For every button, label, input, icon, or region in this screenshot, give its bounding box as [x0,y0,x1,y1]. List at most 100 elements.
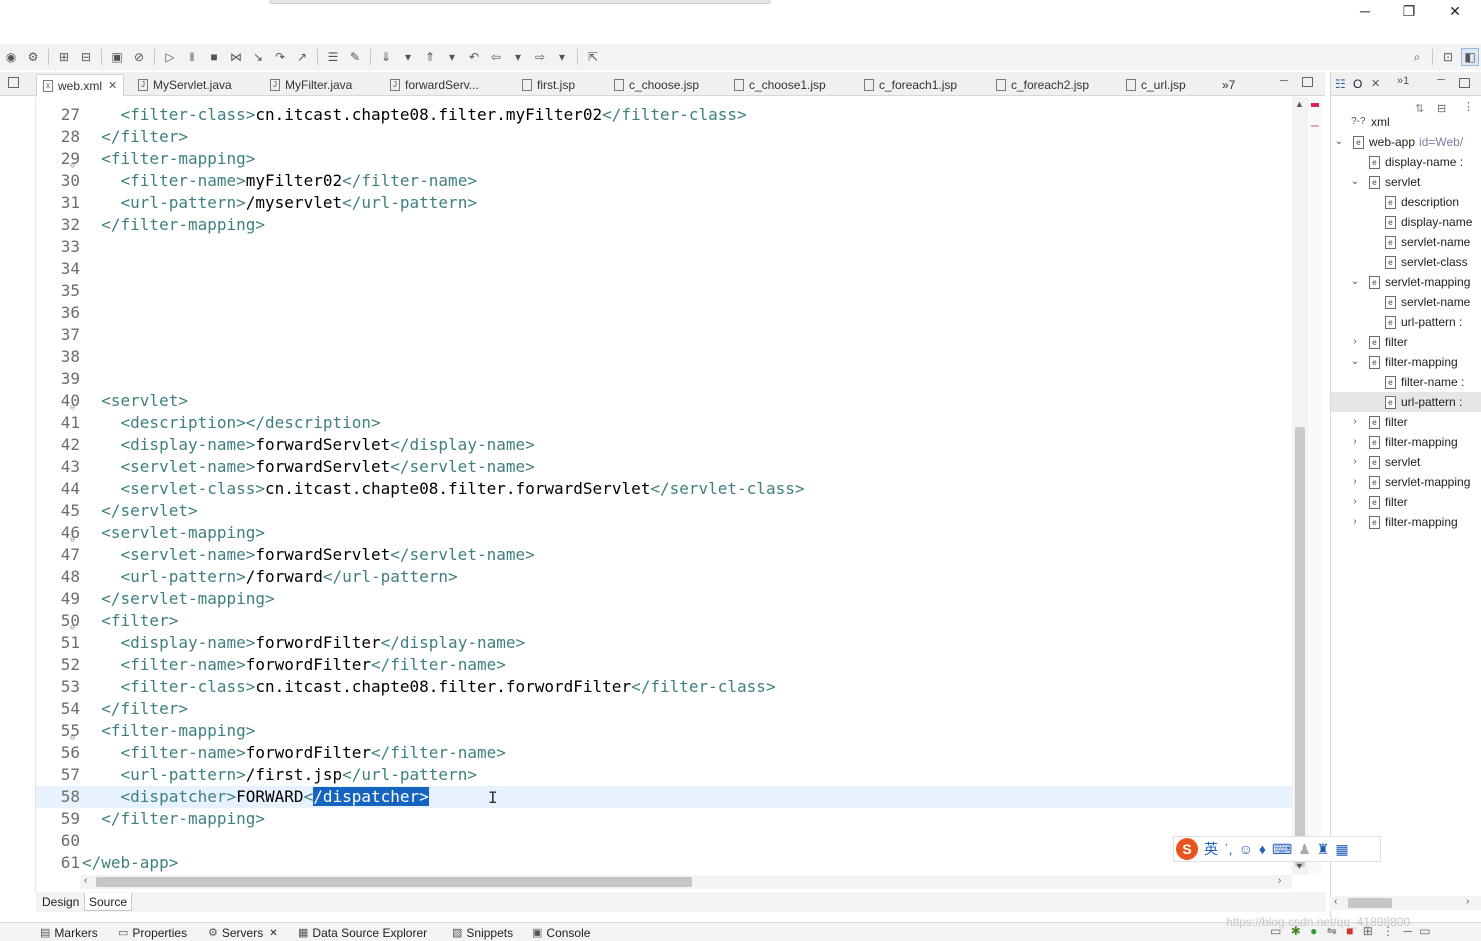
code-line[interactable]: 36 [36,302,1292,324]
outline-node[interactable]: › e servlet [1331,452,1481,472]
profile-icon[interactable]: ⇋ [1327,924,1337,938]
chevron-down-icon[interactable]: ⌄ [1349,272,1361,292]
code-line[interactable]: 50 ⊖ <filter> [36,610,1292,632]
last-edit-icon[interactable]: ↶ [465,48,483,66]
emoji-icon[interactable]: ☺ [1239,841,1253,857]
resume-icon[interactable]: ▷ [161,48,179,66]
view-tab-servers[interactable]: ⚙ Servers ✕ [208,925,278,941]
chevron-right-icon[interactable]: › [1349,332,1361,352]
editor-tab[interactable]: J MyFilter.java [270,74,352,96]
minimize-icon[interactable]: ─ [1280,75,1288,87]
terminate-icon[interactable]: ■ [205,48,223,66]
code-line[interactable]: 29 ⊖ <filter-mapping> [36,148,1292,170]
outline-node[interactable]: ?-? xml [1331,112,1481,132]
scrollbar-thumb[interactable] [1295,427,1305,867]
outline-node[interactable]: › e servlet-mapping [1331,472,1481,492]
open-type-icon[interactable]: ☰ [324,48,342,66]
editor-tab[interactable]: »7 [1222,74,1235,96]
code-line[interactable]: 31 <url-pattern>/myservlet</url-pattern> [36,192,1292,214]
chevron-right-icon[interactable]: › [1349,412,1361,432]
editor-vertical-scrollbar[interactable]: ▲ ▼ [1292,97,1308,875]
code-line[interactable]: 34 [36,258,1292,280]
ime-logo[interactable]: S [1176,838,1198,860]
code-line[interactable]: 32 </filter-mapping> [36,214,1292,236]
code-line[interactable]: 47 <servlet-name>forwardServlet</servlet… [36,544,1292,566]
outline-node[interactable]: ⌄ e servlet-mapping [1331,272,1481,292]
suspend-icon[interactable]: ‖ [183,48,201,66]
pin-editor-icon[interactable]: ⇱ [584,48,602,66]
globe-icon[interactable]: ◉ [2,48,20,66]
tab-design[interactable]: Design [38,893,83,911]
minimize-icon[interactable]: ─ [1403,924,1412,938]
maximize-icon[interactable] [1302,77,1313,87]
scroll-up-arrow-icon[interactable]: ▲ [1295,99,1304,109]
editor-tab[interactable]: c_foreach2.jsp [996,74,1089,96]
view-menu-icon[interactable]: ⋮ [1382,924,1394,938]
dropdown-chevron-icon[interactable]: ▾ [553,48,571,66]
stop-server-icon[interactable]: ■ [1346,924,1353,938]
outline-node[interactable]: e url-pattern : [1331,392,1481,412]
chevron-right-icon[interactable]: › [1349,432,1361,452]
view-tab-console[interactable]: ▣ Console [532,925,590,941]
outline-node[interactable]: e display-name [1331,212,1481,232]
tab-source[interactable]: Source [84,893,133,911]
outline-node[interactable]: e filter-name : [1331,372,1481,392]
back-icon[interactable]: ⇦ [487,48,505,66]
ime-toolbar[interactable]: S 英 ʾ, ☺ ♦ ⌨ ♟ ♜ ▦ [1173,836,1381,862]
chevron-down-icon[interactable]: ⌄ [1349,172,1361,192]
ime-language-toggle[interactable]: 英 [1204,839,1218,859]
clean-icon[interactable]: ⊟ [77,48,95,66]
code-line[interactable]: 43 <servlet-name>forwardServlet</servlet… [36,456,1292,478]
outline-node[interactable]: e display-name : [1331,152,1481,172]
outline-node[interactable]: e description [1331,192,1481,212]
start-server-icon[interactable]: ● [1310,924,1317,938]
code-line[interactable]: 51 <display-name>forwordFilter</display-… [36,632,1292,654]
search-icon[interactable]: ⌕ [1408,48,1426,66]
scrollbar-thumb[interactable] [96,877,692,887]
code-line[interactable]: 57 <url-pattern>/first.jsp</url-pattern> [36,764,1292,786]
punctuation-icon[interactable]: ʾ, [1224,841,1233,857]
skip-breakpoints-icon[interactable]: ⊘ [130,48,148,66]
disconnect-icon[interactable]: ⋈ [227,48,245,66]
overview-ruler[interactable] [1308,97,1322,875]
error-marker[interactable] [1311,103,1319,107]
more-views-icon[interactable]: »1 [1397,75,1409,87]
prev-annotation-icon[interactable]: ⇑ [421,48,439,66]
chevron-right-icon[interactable]: › [1349,452,1361,472]
code-line[interactable]: 44 <servlet-class>cn.itcast.chapte08.fil… [36,478,1292,500]
outline-node[interactable]: e servlet-name [1331,232,1481,252]
code-line[interactable]: 33 [36,236,1292,258]
code-line[interactable]: 46 ⊖ <servlet-mapping> [36,522,1292,544]
microphone-icon[interactable]: ♦ [1259,841,1266,857]
code-line[interactable]: 27 <filter-class>cn.itcast.chapte08.filt… [36,104,1292,126]
code-line[interactable]: 49 </servlet-mapping> [36,588,1292,610]
outline-horizontal-scrollbar[interactable]: ‹ › [1330,896,1481,910]
next-annotation-icon[interactable]: ⇓ [377,48,395,66]
view-tab-markers[interactable]: ▤ Markers [40,925,98,941]
editor-tab[interactable]: first.jsp [522,74,575,96]
code-line[interactable]: 54 </filter> [36,698,1292,720]
chevron-down-icon[interactable]: ⌄ [1333,132,1345,152]
code-line[interactable]: 41 <description></description> [36,412,1292,434]
minimize-button[interactable]: ─ [1342,0,1388,22]
toggle-mark-icon[interactable]: ✎ [346,48,364,66]
minimize-panel-icon[interactable]: ▭ [1270,924,1281,938]
dropdown-chevron-icon[interactable]: ▾ [399,48,417,66]
outline-node[interactable]: ⌄ e filter-mapping [1331,352,1481,372]
code-line[interactable]: 60 [36,830,1292,852]
scroll-left-arrow-icon[interactable]: ‹ [84,875,87,886]
view-tab-data-source-explorer[interactable]: ▦ Data Source Explorer [298,925,427,941]
maximize-icon[interactable]: ▭ [1419,924,1430,938]
code-line[interactable]: 61 </web-app> [36,852,1292,874]
code-line[interactable]: 45 </servlet> [36,500,1292,522]
code-line[interactable]: 42 <display-name>forwardServlet</display… [36,434,1292,456]
chevron-right-icon[interactable]: › [1349,492,1361,512]
code-line[interactable]: 30 <filter-name>myFilter02</filter-name> [36,170,1292,192]
scrollbar-thumb[interactable] [1348,898,1392,908]
code-line[interactable]: 53 <filter-class>cn.itcast.chapte08.filt… [36,676,1292,698]
dropdown-chevron-icon[interactable]: ▾ [509,48,527,66]
code-line[interactable]: 38 [36,346,1292,368]
skin-icon[interactable]: ♜ [1317,841,1330,858]
editor-horizontal-scrollbar[interactable]: ‹ › [80,875,1292,889]
code-line[interactable]: 56 <filter-name>forwordFilter</filter-na… [36,742,1292,764]
